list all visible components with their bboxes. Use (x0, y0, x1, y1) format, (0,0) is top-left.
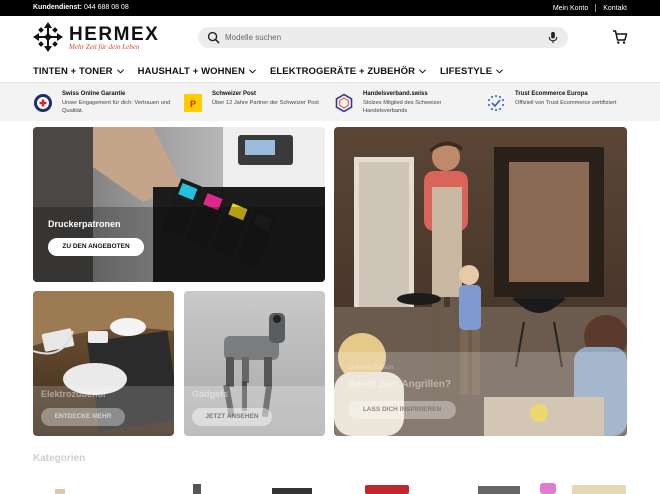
chevron-down-icon (116, 69, 124, 74)
brand-slogan: Mehr Zeit für dein Leben (69, 43, 140, 51)
card-title: Elektrozubehör (41, 389, 107, 399)
nav-item-label: ELEKTROGERÄTE + ZUBEHÖR (269, 66, 416, 77)
promo-card-gadgets[interactable]: Gadgets JETZT ANSEHEN (184, 291, 325, 436)
svg-text:P: P (190, 99, 196, 109)
trust-title: Trust Ecommerce Europa (515, 91, 588, 97)
nav-item-tinten-toner[interactable]: TINTEN + TONER (33, 66, 124, 77)
trust-text: Über 12 Jahre Partner der Schweizer Post (212, 100, 319, 106)
category-thumbnails (55, 483, 626, 494)
card-title: Druckerpatronen (48, 219, 121, 229)
trust-bar: Swiss Online Garantie Unser Engagement f… (0, 82, 660, 121)
main-nav: TINTEN + TONER HAUSHALT + WOHNEN ELEKTRO… (33, 66, 504, 77)
divider (595, 4, 597, 12)
logo[interactable]: HERMEX Mehr Zeit für dein Leben (33, 22, 163, 54)
trust-text: Unser Engagement für dich: Vertrauen und… (62, 100, 171, 114)
trust-title: Handelsverband.swiss (363, 91, 428, 97)
nav-item-label: TINTEN + TONER (33, 66, 113, 77)
nav-item-elektrogeraete[interactable]: ELEKTROGERÄTE + ZUBEHÖR (270, 66, 426, 77)
contact-link[interactable]: Kontakt (603, 5, 627, 12)
cart-icon[interactable] (612, 29, 628, 45)
chevron-down-icon (496, 69, 504, 74)
search-input[interactable] (225, 30, 525, 45)
promo-card-electronics[interactable]: Elektrozubehör ENTDECKE MEHR (33, 291, 174, 436)
top-bar: Kundendienst: 044 688 08 08 Mein Konto K… (0, 0, 660, 16)
chevron-down-icon (249, 69, 256, 74)
printer-cartridge-image (33, 127, 325, 282)
nav-item-haushalt-wohnen[interactable]: HAUSHALT + WOHNEN (138, 66, 256, 77)
logo-mark-icon (33, 22, 63, 52)
swiss-post-icon: P (184, 94, 202, 112)
nav-item-label: LIFESTYLE (440, 66, 493, 77)
trust-title: Schweizer Post (212, 91, 257, 97)
trust-item-handelsverband[interactable]: Handelsverband.swiss Stolzes Mitglied de… (334, 91, 474, 115)
handelsverband-icon (335, 93, 353, 113)
search-icon[interactable] (207, 31, 220, 44)
search-bar[interactable] (198, 27, 568, 48)
entdecke-mehr-button[interactable]: ENTDECKE MEHR (41, 408, 125, 426)
service-phone[interactable]: 044 688 08 08 (84, 4, 129, 11)
promo-card-grill[interactable]: Outdoor-Saison Bereit zum Angrillen? LAS… (334, 127, 627, 436)
card-subtitle: Outdoor-Saison (348, 364, 394, 371)
trust-ecommerce-icon (488, 95, 504, 111)
trust-item-trust-ecommerce[interactable]: Trust Ecommerce Europa Offiziell von Tru… (486, 91, 636, 115)
chevron-down-icon (419, 69, 426, 74)
categories-heading: Kategorien (33, 453, 86, 464)
card-title: Gadgets (192, 389, 229, 399)
lass-dich-inspirieren-button[interactable]: LASS DICH INSPIRIEREN (348, 401, 456, 419)
service-label: Kundendienst: (33, 4, 82, 11)
trust-item-swiss-post[interactable]: P Schweizer Post Über 12 Jahre Partner d… (183, 91, 323, 115)
nav-item-label: HAUSHALT + WOHNEN (137, 66, 245, 77)
promo-card-printer[interactable]: Druckerpatronen ZU DEN ANGEBOTEN (33, 127, 325, 282)
trust-text: Offiziell von Trust Ecommerce zertifizie… (515, 100, 617, 106)
trust-item-swiss-online[interactable]: Swiss Online Garantie Unser Engagement f… (33, 91, 173, 115)
nav-item-lifestyle[interactable]: LIFESTYLE (440, 66, 504, 77)
my-account-link[interactable]: Mein Konto (553, 5, 588, 12)
jetzt-ansehen-button[interactable]: JETZT ANSEHEN (192, 408, 272, 426)
trust-title: Swiss Online Garantie (62, 91, 126, 97)
zu-den-angeboten-button[interactable]: ZU DEN ANGEBOTEN (48, 238, 144, 256)
customer-service: Kundendienst: 044 688 08 08 (33, 4, 129, 11)
trust-text: Stolzes Mitglied des Schweizer Handelsve… (363, 100, 442, 114)
microphone-icon[interactable] (547, 31, 559, 44)
card-title: Bereit zum Angrillen? (348, 379, 451, 390)
swiss-online-guarantee-icon (34, 94, 52, 112)
